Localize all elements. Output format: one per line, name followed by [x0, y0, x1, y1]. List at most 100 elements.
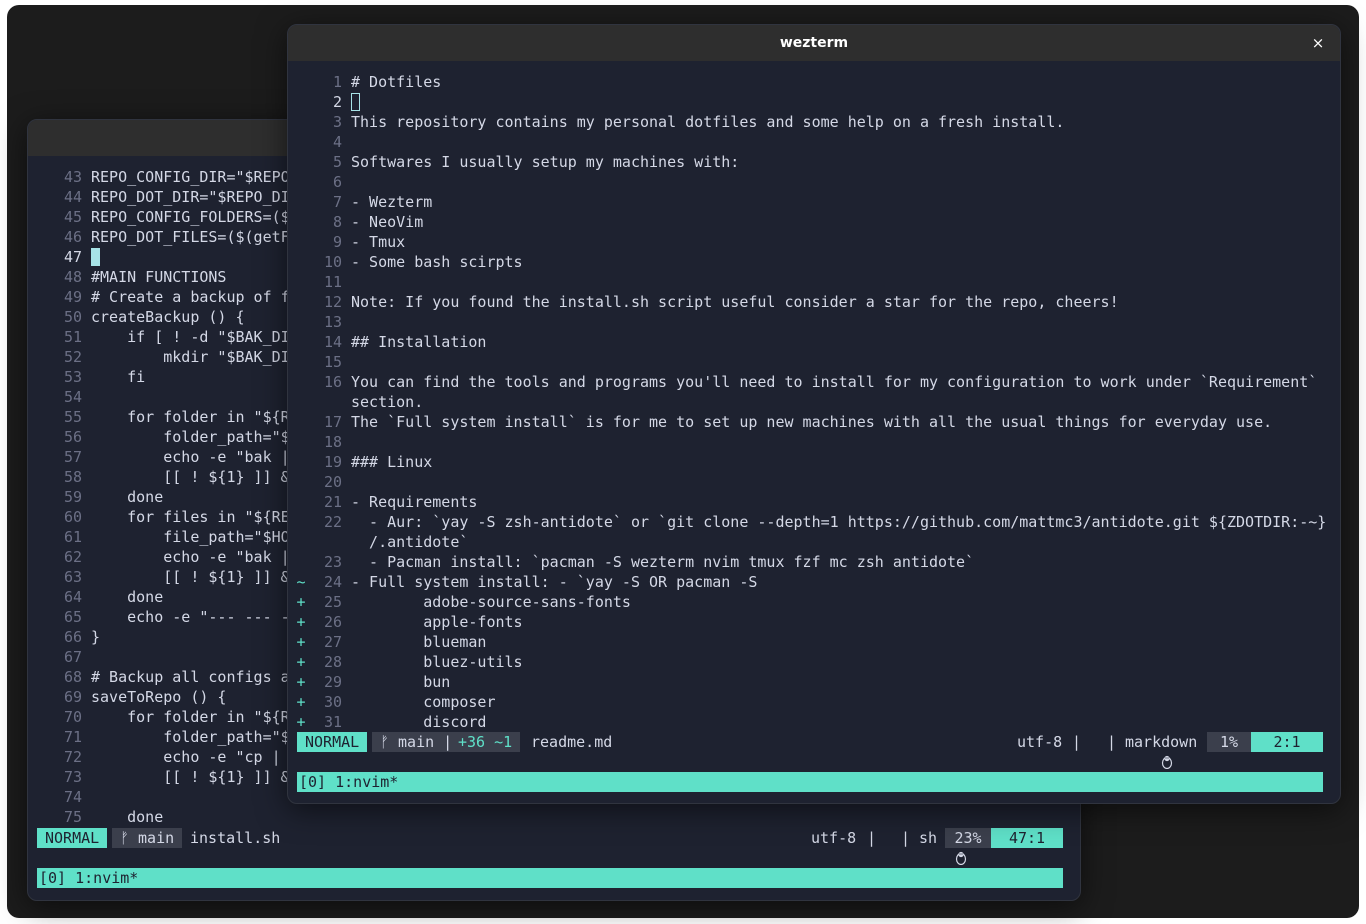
line-text[interactable]: createBackup () {: [91, 307, 245, 327]
editor-line[interactable]: ~24- Full system install: - `yay -S OR p…: [288, 572, 1340, 592]
line-text[interactable]: composer: [351, 692, 495, 712]
line-text[interactable]: for files in "${RE: [91, 507, 290, 527]
line-text[interactable]: bun: [351, 672, 450, 692]
line-number: 10: [323, 253, 342, 271]
editor-line[interactable]: 14 ## Installation: [288, 332, 1340, 352]
editor-line[interactable]: +30 composer: [288, 692, 1340, 712]
editor-line[interactable]: 16 You can find the tools and programs yo…: [288, 372, 1340, 392]
line-text[interactable]: echo -e "bak |: [91, 447, 289, 467]
editor-line[interactable]: 18: [288, 432, 1340, 452]
line-text[interactable]: #MAIN FUNCTIONS: [91, 267, 226, 287]
editor-line[interactable]: 22 - Aur: `yay -S zsh-antidote` or `git …: [288, 512, 1340, 532]
line-text[interactable]: The `Full system install` is for me to s…: [351, 412, 1272, 432]
window-titlebar[interactable]: wezterm: [288, 25, 1340, 61]
editor-line[interactable]: +28 bluez-utils: [288, 652, 1340, 672]
editor-line[interactable]: 6: [288, 172, 1340, 192]
text-cursor: [91, 248, 100, 266]
line-text[interactable]: if [ ! -d "$BAK_DI: [91, 327, 290, 347]
line-text[interactable]: }: [91, 627, 100, 647]
editor-line[interactable]: 8 - NeoVim: [288, 212, 1340, 232]
line-text[interactable]: - Wezterm: [351, 192, 432, 212]
line-text[interactable]: # Backup all configs a: [91, 667, 290, 687]
wezterm-window[interactable]: wezterm × 1 # Dotfiles 2 3 This repository c…: [287, 24, 1341, 804]
line-text[interactable]: - Some bash scirpts: [351, 252, 523, 272]
line-text[interactable]: bluez-utils: [351, 652, 522, 672]
line-text[interactable]: [[ ! ${1} ]] &: [91, 767, 289, 787]
status-separator: |: [901, 829, 911, 847]
editor-line[interactable]: 5 Softwares I usually setup my machines w…: [288, 152, 1340, 172]
line-text[interactable]: REPO_CONFIG_FOLDERS=($: [91, 207, 290, 227]
close-icon[interactable]: ×: [1308, 33, 1328, 53]
editor-line[interactable]: 15: [288, 352, 1340, 372]
editor-line[interactable]: 21 - Requirements: [288, 492, 1340, 512]
editor-line[interactable]: section.: [288, 392, 1340, 412]
editor-line[interactable]: 7 - Wezterm: [288, 192, 1340, 212]
editor-line[interactable]: 9 - Tmux: [288, 232, 1340, 252]
line-text[interactable]: - Requirements: [351, 492, 477, 512]
line-text[interactable]: Note: If you found the install.sh script…: [351, 292, 1119, 312]
editor-line[interactable]: +26 apple-fonts: [288, 612, 1340, 632]
line-text[interactable]: - Full system install: - `yay -S OR pacm…: [351, 572, 757, 592]
line-text[interactable]: REPO_DOT_FILES=($(getF: [91, 227, 290, 247]
line-text[interactable]: for folder in "${R: [91, 707, 290, 727]
line-text[interactable]: /.antidote`: [351, 532, 468, 552]
editor-line[interactable]: 2: [288, 92, 1340, 112]
line-number: 59: [63, 488, 82, 506]
line-number: 53: [63, 368, 82, 386]
editor-line[interactable]: 23 - Pacman install: `pacman -S wezterm …: [288, 552, 1340, 572]
line-text[interactable]: adobe-source-sans-fonts: [351, 592, 631, 612]
line-text[interactable]: done: [91, 807, 163, 827]
editor-line[interactable]: +25 adobe-source-sans-fonts: [288, 592, 1340, 612]
line-text[interactable]: # Create a backup of f: [91, 287, 290, 307]
line-text[interactable]: REPO_CONFIG_DIR="$REPO: [91, 167, 290, 187]
editor-line[interactable]: 17 The `Full system install` is for me to…: [288, 412, 1340, 432]
line-text[interactable]: Softwares I usually setup my machines wi…: [351, 152, 739, 172]
tmux-statusbar[interactable]: [0] 1:nvim*: [297, 772, 1323, 792]
editor-line[interactable]: 13: [288, 312, 1340, 332]
line-text[interactable]: fi: [91, 367, 145, 387]
line-text[interactable]: done: [91, 587, 163, 607]
line-text[interactable]: ### Linux: [351, 452, 432, 472]
line-text[interactable]: mkdir "$BAK_DI: [91, 347, 289, 367]
line-text[interactable]: ## Installation: [351, 332, 486, 352]
editor-line[interactable]: 19 ### Linux: [288, 452, 1340, 472]
line-text[interactable]: REPO_DOT_DIR="$REPO_DI: [91, 187, 290, 207]
tmux-statusbar[interactable]: [0] 1:nvim*: [37, 868, 1063, 888]
line-text[interactable]: folder_path="$: [91, 427, 289, 447]
editor-line[interactable]: 3 This repository contains my personal do…: [288, 112, 1340, 132]
line-text[interactable]: - Pacman install: `pacman -S wezterm nvi…: [351, 552, 974, 572]
editor-line[interactable]: 11: [288, 272, 1340, 292]
editor-buffer[interactable]: 1 # Dotfiles 2 3 This repository contains my…: [288, 72, 1340, 732]
line-text[interactable]: [[ ! ${1} ]] &: [91, 567, 289, 587]
line-text[interactable]: # Dotfiles: [351, 72, 441, 92]
editor-line[interactable]: /.antidote`: [288, 532, 1340, 552]
line-text[interactable]: You can find the tools and programs you'…: [351, 372, 1317, 392]
line-text[interactable]: - Tmux: [351, 232, 405, 252]
line-text[interactable]: section.: [351, 392, 423, 412]
editor-line[interactable]: 75 done: [28, 807, 1080, 827]
line-text[interactable]: echo -e "cp |: [91, 747, 280, 767]
editor-line[interactable]: +27 blueman: [288, 632, 1340, 652]
editor-line[interactable]: 12 Note: If you found the install.sh scri…: [288, 292, 1340, 312]
line-text[interactable]: - NeoVim: [351, 212, 423, 232]
line-text[interactable]: echo -e "--- --- -: [91, 607, 290, 627]
line-text[interactable]: echo -e "bak |: [91, 547, 289, 567]
line-text[interactable]: file_path="$HO: [91, 527, 289, 547]
editor-line[interactable]: 4: [288, 132, 1340, 152]
line-text[interactable]: for folder in "${R: [91, 407, 290, 427]
line-text[interactable]: saveToRepo () {: [91, 687, 226, 707]
editor-line[interactable]: 10 - Some bash scirpts: [288, 252, 1340, 272]
editor-line[interactable]: +29 bun: [288, 672, 1340, 692]
line-text[interactable]: folder_path="$: [91, 727, 289, 747]
editor-line[interactable]: 1 # Dotfiles: [288, 72, 1340, 92]
line-text[interactable]: This repository contains my personal dot…: [351, 112, 1064, 132]
line-text[interactable]: - Aur: `yay -S zsh-antidote` or `git clo…: [351, 512, 1326, 532]
line-text[interactable]: apple-fonts: [351, 612, 522, 632]
editor-line[interactable]: 20: [288, 472, 1340, 492]
line-text[interactable]: discord: [351, 712, 486, 732]
line-text[interactable]: done: [91, 487, 163, 507]
line-text[interactable]: blueman: [351, 632, 486, 652]
line-number: 12: [323, 293, 342, 311]
line-text[interactable]: [[ ! ${1} ]] &: [91, 467, 289, 487]
editor-line[interactable]: +31 discord: [288, 712, 1340, 732]
